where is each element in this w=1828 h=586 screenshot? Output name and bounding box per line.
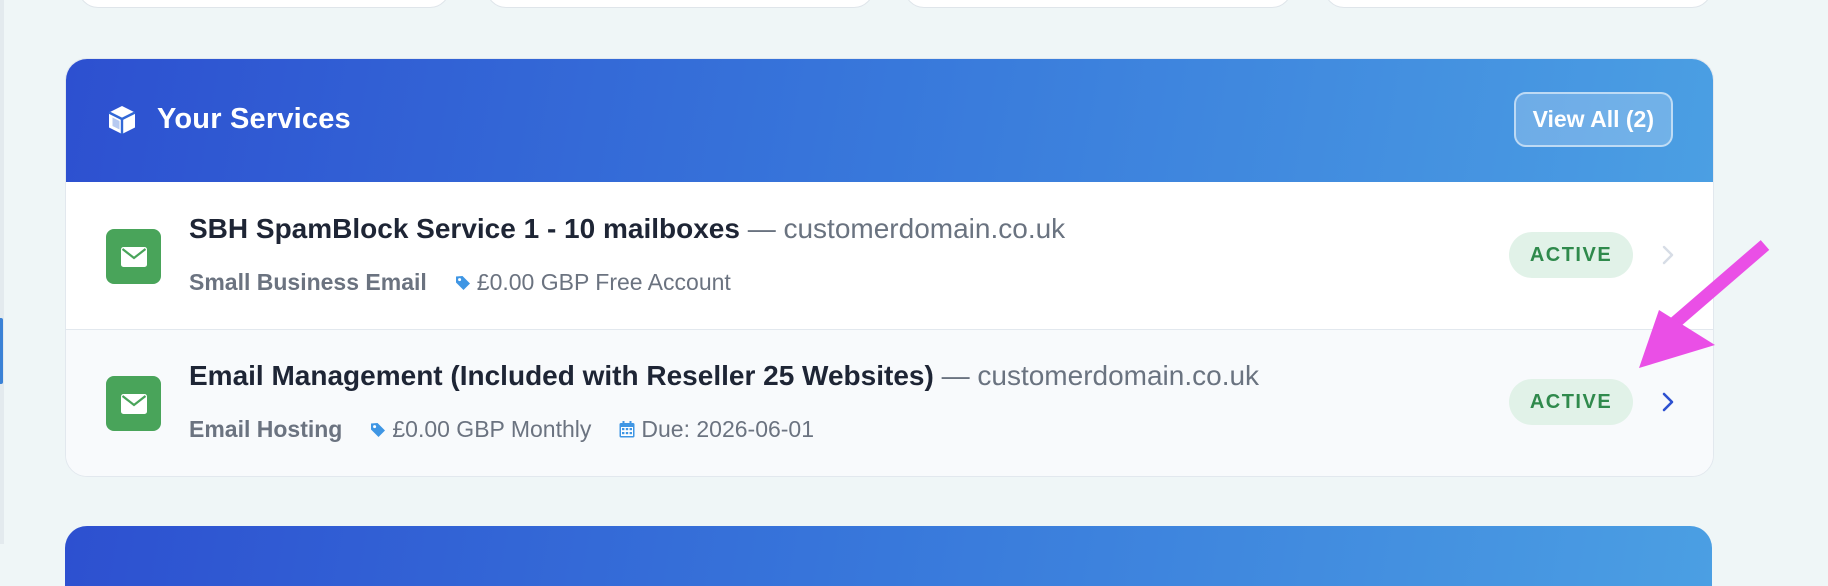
next-section-header	[65, 526, 1712, 586]
envelope-icon	[120, 246, 147, 267]
service-separator: —	[933, 360, 978, 391]
view-all-button[interactable]: View All (2)	[1513, 92, 1673, 147]
services-card: Your Services View All (2) SBH SpamBlock…	[65, 58, 1714, 477]
service-price: £0.00 GBP Free Account	[455, 269, 731, 296]
status-badge: ACTIVE	[1509, 379, 1633, 425]
sidebar-active-indicator	[0, 318, 3, 384]
service-icon-box	[106, 376, 161, 431]
services-title: Your Services	[157, 103, 351, 135]
service-domain: customerdomain.co.uk	[783, 213, 1066, 244]
service-name: Email Management (Included with Reseller…	[189, 360, 934, 391]
service-meta: Small Business Email £0.00 GBP Free Acco…	[189, 269, 759, 296]
services-header: Your Services View All (2)	[66, 59, 1713, 182]
service-domain: customerdomain.co.uk	[977, 360, 1260, 391]
service-price-text: £0.00 GBP Free Account	[476, 269, 731, 295]
left-sidebar-edge	[0, 0, 4, 544]
service-row[interactable]: SBH SpamBlock Service 1 - 10 mailboxes —…	[66, 183, 1713, 330]
chevron-right-icon[interactable]	[1657, 390, 1679, 414]
envelope-icon	[120, 393, 147, 414]
service-icon-box	[106, 229, 161, 284]
stat-card-1[interactable]	[78, 0, 450, 8]
service-separator: —	[739, 213, 784, 244]
service-title-line: SBH SpamBlock Service 1 - 10 mailboxes —…	[189, 213, 1065, 245]
tag-icon	[455, 275, 470, 290]
service-due: Due: 2026-06-01	[619, 416, 814, 443]
service-row[interactable]: Email Management (Included with Reseller…	[66, 330, 1713, 476]
service-name: SBH SpamBlock Service 1 - 10 mailboxes	[189, 213, 740, 244]
service-price: £0.00 GBP Monthly	[370, 416, 591, 443]
service-price-text: £0.00 GBP Monthly	[392, 416, 592, 442]
stat-card-4[interactable]	[1324, 0, 1712, 8]
stat-card-2[interactable]	[486, 0, 874, 8]
status-badge: ACTIVE	[1509, 232, 1633, 278]
tag-icon	[371, 422, 386, 437]
service-due-text: Due: 2026-06-01	[641, 416, 815, 442]
service-group: Small Business Email	[189, 269, 427, 295]
service-meta: Email Hosting £0.00 GBP Monthly Due: 202…	[189, 416, 842, 443]
annotation-arrow-icon	[1639, 240, 1770, 368]
calendar-icon	[619, 421, 635, 438]
service-title-line: Email Management (Included with Reseller…	[189, 360, 1259, 392]
service-group: Email Hosting	[189, 416, 343, 442]
cube-icon	[108, 106, 136, 134]
stat-card-3[interactable]	[904, 0, 1292, 8]
